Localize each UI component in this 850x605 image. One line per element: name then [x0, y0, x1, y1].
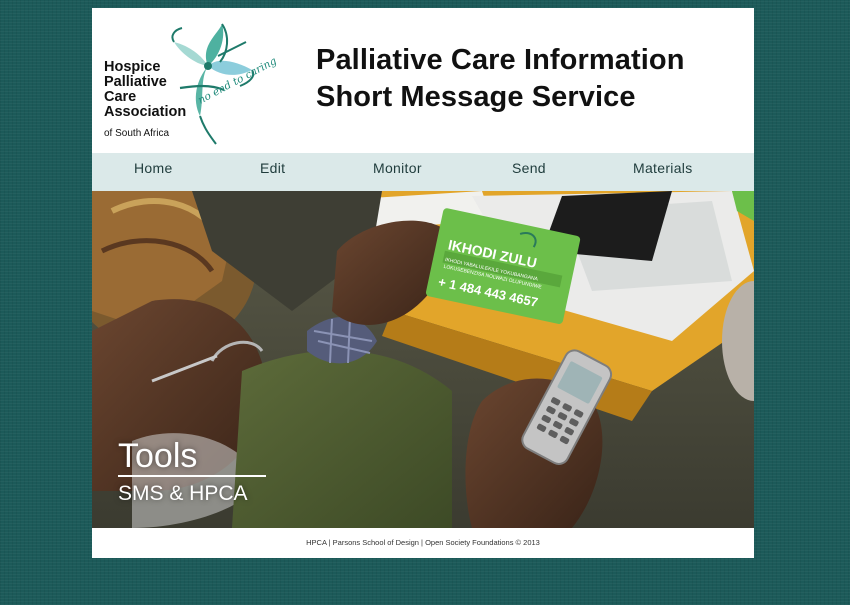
hpca-logo[interactable]: Hospice Palliative Care Association of S…: [100, 16, 279, 146]
nav-item-edit[interactable]: Edit: [260, 153, 285, 191]
logo-subtitle: of South Africa: [104, 128, 170, 139]
hero-photo: IKHODI ZULU IKHODI YABALULEKILE YOKUBANG…: [92, 191, 754, 528]
page-title: Palliative Care Information Short Messag…: [316, 42, 685, 116]
logo-name: Hospice Palliative Care Association: [104, 60, 186, 120]
logo-name-line: Hospice: [104, 59, 161, 75]
page-title-line-2: Short Message Service: [316, 81, 636, 113]
footer: HPCA | Parsons School of Design | Open S…: [306, 538, 540, 547]
header: Hospice Palliative Care Association of S…: [92, 8, 754, 153]
main-nav: Home Edit Monitor Send Materials: [92, 153, 754, 191]
hero-image: IKHODI ZULU IKHODI YABALULEKILE YOKUBANG…: [92, 191, 754, 528]
logo-name-line: Palliative: [104, 74, 167, 90]
page-title-line-1: Palliative Care Information: [316, 44, 685, 76]
nav-item-materials[interactable]: Materials: [633, 153, 693, 191]
nav-item-home[interactable]: Home: [134, 153, 173, 191]
logo-name-line: Care: [104, 89, 137, 105]
hero-subtitle: SMS & HPCA: [118, 482, 248, 505]
logo-name-line: Association: [104, 104, 187, 120]
hero-title: Tools: [118, 437, 198, 475]
hero-title-underline: [118, 475, 266, 477]
nav-item-send[interactable]: Send: [512, 153, 546, 191]
nav-item-monitor[interactable]: Monitor: [373, 153, 422, 191]
